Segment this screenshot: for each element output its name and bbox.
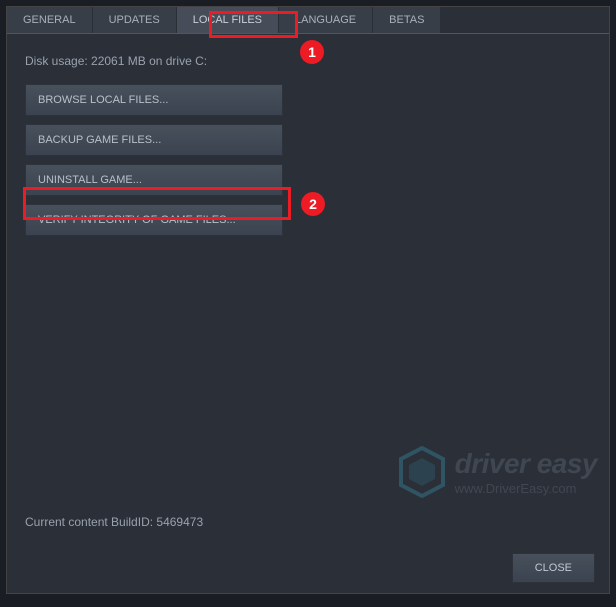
verify-integrity-button[interactable]: VERIFY INTEGRITY OF GAME FILES... <box>25 204 283 236</box>
tab-local-files[interactable]: LOCAL FILES <box>177 7 279 33</box>
watermark: driver easy www.DriverEasy.com <box>399 446 597 498</box>
browse-local-files-button[interactable]: BROWSE LOCAL FILES... <box>25 84 283 116</box>
close-button[interactable]: CLOSE <box>512 553 595 583</box>
tab-betas[interactable]: BETAS <box>373 7 441 33</box>
button-list: BROWSE LOCAL FILES... BACKUP GAME FILES.… <box>25 84 591 236</box>
watermark-url: www.DriverEasy.com <box>455 482 597 495</box>
watermark-brand: driver easy <box>455 450 597 478</box>
footer-bar: CLOSE <box>7 543 609 593</box>
properties-window: GENERAL UPDATES LOCAL FILES LANGUAGE BET… <box>6 6 610 594</box>
backup-game-files-button[interactable]: BACKUP GAME FILES... <box>25 124 283 156</box>
build-id-label: Current content BuildID: 5469473 <box>25 515 203 529</box>
driver-easy-logo-icon <box>399 446 445 498</box>
disk-usage-label: Disk usage: 22061 MB on drive C: <box>25 54 591 68</box>
tab-language[interactable]: LANGUAGE <box>279 7 373 33</box>
tab-general[interactable]: GENERAL <box>7 7 93 33</box>
tab-updates[interactable]: UPDATES <box>93 7 177 33</box>
uninstall-game-button[interactable]: UNINSTALL GAME... <box>25 164 283 196</box>
tab-bar: GENERAL UPDATES LOCAL FILES LANGUAGE BET… <box>7 7 609 34</box>
content-panel: Disk usage: 22061 MB on drive C: BROWSE … <box>7 34 609 543</box>
